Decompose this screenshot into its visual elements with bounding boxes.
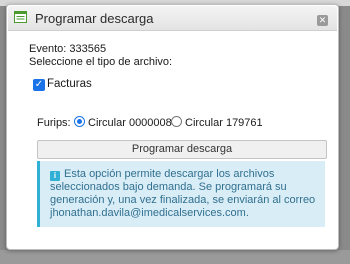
programar-descarga-dialog: Programar descarga ✕ Evento: 333565 Sele… bbox=[6, 4, 339, 250]
info-alert: i Esta opción permite descargar los arch… bbox=[37, 161, 325, 227]
radio-circular-179761-label: Circular 179761 bbox=[185, 117, 263, 129]
radio-circular-179761[interactable] bbox=[171, 116, 182, 127]
close-icon[interactable]: ✕ bbox=[317, 15, 328, 26]
dialog-title: Programar descarga bbox=[35, 11, 154, 26]
radio-circular-0000008[interactable] bbox=[74, 116, 85, 127]
facturas-label: Facturas bbox=[47, 78, 92, 90]
background-bottom bbox=[0, 250, 350, 264]
info-text: Esta opción permite descargar los archiv… bbox=[50, 168, 316, 219]
radio-circular-0000008-label: Circular 0000008 bbox=[88, 117, 172, 129]
facturas-checkbox[interactable]: ✓ bbox=[33, 79, 45, 91]
furips-label: Furips: bbox=[37, 117, 71, 129]
dialog-titlebar: Programar descarga ✕ bbox=[8, 6, 337, 31]
seleccione-label: Seleccione el tipo de archivo: bbox=[29, 56, 173, 68]
programar-descarga-button[interactable]: Programar descarga bbox=[37, 140, 327, 159]
document-icon bbox=[14, 11, 27, 23]
evento-text: Evento: 333565 bbox=[29, 43, 107, 55]
